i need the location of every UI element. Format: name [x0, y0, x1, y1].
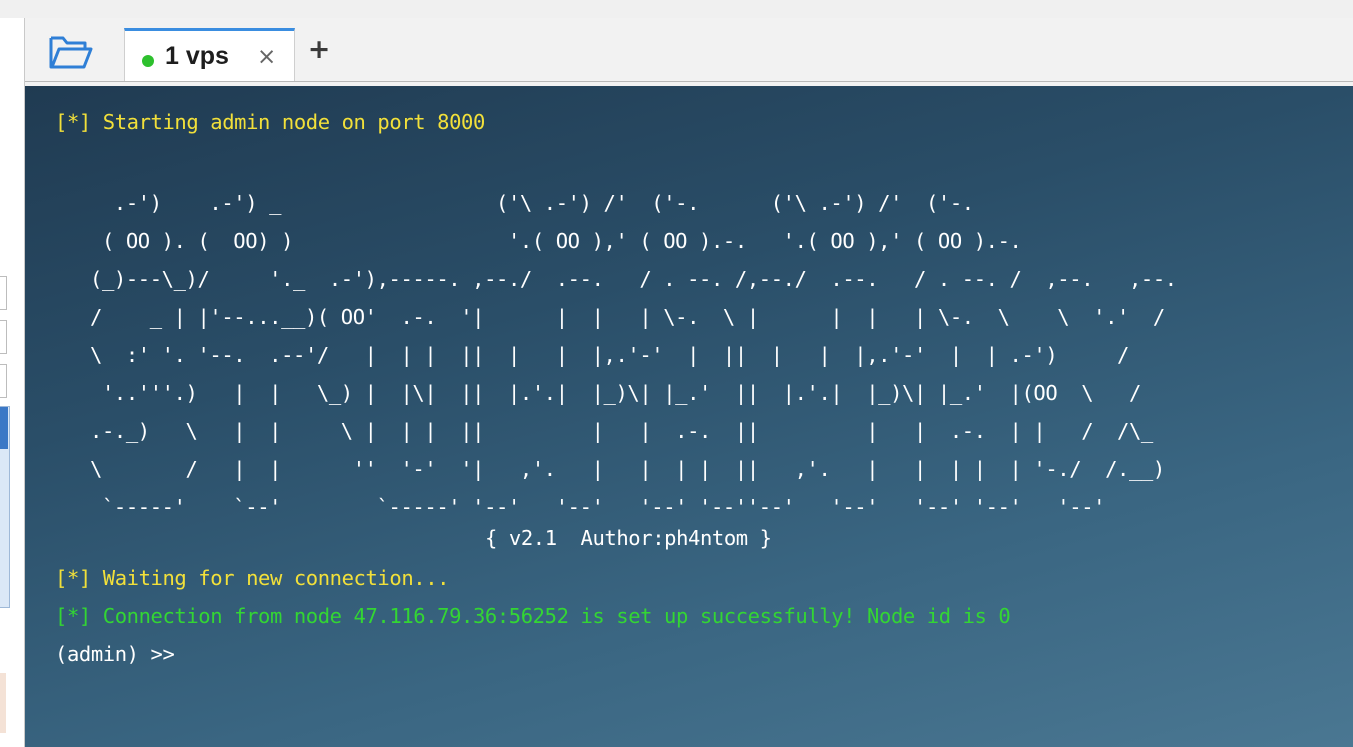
partial-panel — [0, 406, 10, 608]
status-line-waiting: [*] Waiting for new connection... — [55, 566, 450, 590]
tab-session-vps[interactable]: 1 vps × — [124, 28, 295, 81]
partial-field — [0, 276, 7, 310]
command-prompt[interactable]: (admin) >> — [55, 642, 175, 666]
status-line-connection: [*] Connection from node 47.116.79.36:56… — [55, 604, 1011, 628]
partial-field — [0, 320, 7, 354]
new-tab-button[interactable]: + — [305, 36, 333, 64]
status-line-starting: [*] Starting admin node on port 8000 — [55, 110, 485, 134]
close-icon[interactable]: × — [257, 44, 276, 70]
background-window-edge — [0, 18, 25, 747]
partial-field — [0, 364, 7, 398]
ascii-banner: .-') .-') _ ('\ .-') /' ('-. ('\ .-') /'… — [90, 191, 1177, 519]
terminal-output[interactable]: [*] Starting admin node on port 8000 .-'… — [25, 86, 1353, 747]
connection-status-indicator — [142, 55, 154, 67]
version-author-line: { v2.1 Author:ph4ntom } — [485, 526, 772, 550]
tab-label: 1 vps — [165, 42, 229, 70]
window-top-strip — [0, 0, 1353, 18]
partial-swatch — [0, 673, 6, 733]
tab-bar: 1 vps × + — [25, 18, 1353, 82]
folder-open-icon[interactable] — [45, 30, 95, 74]
